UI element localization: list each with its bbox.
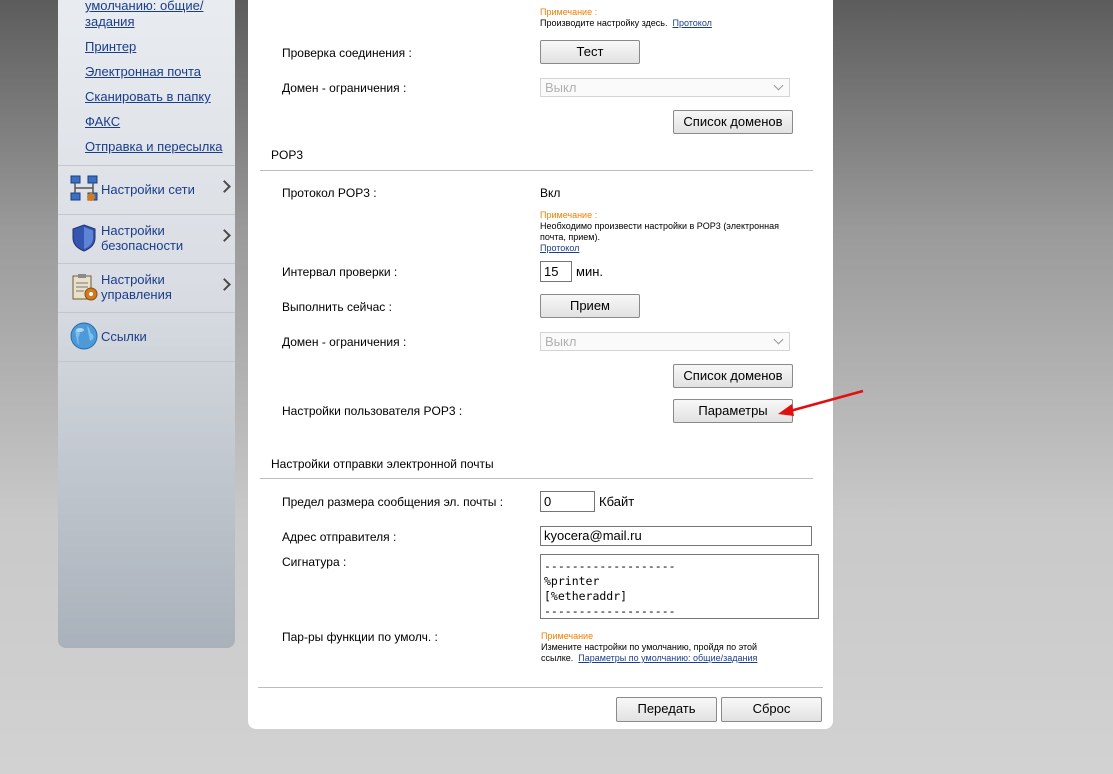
message-size-input[interactable]: 0 [540,491,595,512]
select-value: Выкл [545,334,577,349]
sidebar-link-fax[interactable]: ФАКС [85,114,120,129]
chevron-down-icon [773,334,784,345]
sender-address-label: Адрес отправителя : [282,530,397,544]
pop3-user-settings-label: Настройки пользователя POP3 : [282,404,463,418]
sidebar-link-defaults[interactable]: умолчанию: общие/ [85,0,203,13]
sidebar-item-security[interactable]: Настройки безопасности [58,214,235,263]
globe-icon [70,322,98,350]
domain-restriction-select[interactable]: Выкл [540,332,790,351]
pop3-protocol-value: Вкл [540,186,561,200]
sidebar-link-defaults-cont[interactable]: задания [85,14,135,29]
sidebar-item-label: Настройки [101,272,165,287]
sidebar-link-send-forward[interactable]: Отправка и пересылка [85,139,223,154]
chevron-right-icon [218,278,231,291]
network-icon [70,175,98,201]
test-button[interactable]: Тест [540,40,640,64]
send-section-title: Настройки отправки электронной почты [271,457,494,471]
sidebar-item-label-line2: безопасности [101,238,184,253]
reset-button[interactable]: Сброс [721,697,822,722]
size-unit: Кбайт [599,494,635,509]
sidebar-item-links[interactable]: Ссылки [58,312,235,362]
submit-button[interactable]: Передать [616,697,717,722]
sidebar-item-network[interactable]: Настройки сети [58,165,235,214]
sidebar-link-email[interactable]: Электронная почта [85,64,201,79]
clipboard-gear-icon [72,274,98,301]
note-title: Примечание [541,631,594,641]
note-text-line2: ссылке. Параметры по умолчанию: общие/за… [541,653,758,663]
sender-address-input[interactable]: kyocera@mail.ru [540,526,812,546]
note-text: Производите настройку здесь. Протокол [540,18,712,28]
sidebar-link-printer[interactable]: Принтер [85,39,136,54]
default-params-label: Пар-ры функции по умолч. : [282,630,438,644]
sidebar-item-management[interactable]: Настройки управления [58,263,235,312]
protocol-link[interactable]: Протокол [673,18,712,28]
note-text: Измените настройки по умолчанию, пройдя … [541,642,758,652]
receive-button[interactable]: Прием [540,294,640,318]
domain-restriction-label: Домен - ограничения : [282,81,407,95]
sidebar-item-label: Настройки сети [101,182,195,197]
note-text: Необходимо произвести настройки в POP3 (… [540,221,779,231]
red-arrow-annotation [778,389,864,416]
divider [260,478,813,479]
note-title: Примечание : [540,7,598,17]
shield-icon [72,224,96,252]
interval-unit: мин. [576,264,603,279]
divider [260,170,813,171]
protocol-link[interactable]: Протокол [540,243,579,254]
domain-list-button[interactable]: Список доменов [673,110,793,134]
sidebar-item-label-line2: управления [101,287,172,302]
main-panel: Примечание : Производите настройку здесь… [248,0,833,729]
defaults-link[interactable]: Параметры по умолчанию: общие/задания [578,653,757,663]
chevron-right-icon [218,229,231,242]
pop3-section-title: POP3 [271,148,304,162]
domain-restriction-label: Домен - ограничения : [282,335,407,349]
check-interval-input[interactable]: 15 [540,261,572,282]
chevron-down-icon [773,80,784,91]
note-title: Примечание : [540,210,598,220]
check-interval-label: Интервал проверки : [282,265,398,279]
sidebar-item-label: Настройки [101,223,165,238]
run-now-label: Выполнить сейчас : [282,300,392,314]
chevron-right-icon [218,180,231,193]
signature-textarea[interactable]: ------------------- %printer [%etheraddr… [540,554,819,619]
select-value: Выкл [545,80,577,95]
message-size-label: Предел размера сообщения эл. почты : [282,495,504,509]
divider [258,687,823,688]
sidebar-link-scan-folder[interactable]: Сканировать в папку [85,89,211,104]
pop3-protocol-label: Протокол POP3 : [282,186,377,200]
check-connection-label: Проверка соединения : [282,46,412,60]
note-text-line2: почта, прием). [540,232,600,242]
sidebar-item-label: Ссылки [101,329,147,344]
sidebar: умолчанию: общие/ задания Принтер Электр… [58,0,235,648]
signature-label: Сигнатура : [282,555,347,569]
domain-restriction-select[interactable]: Выкл [540,78,790,97]
